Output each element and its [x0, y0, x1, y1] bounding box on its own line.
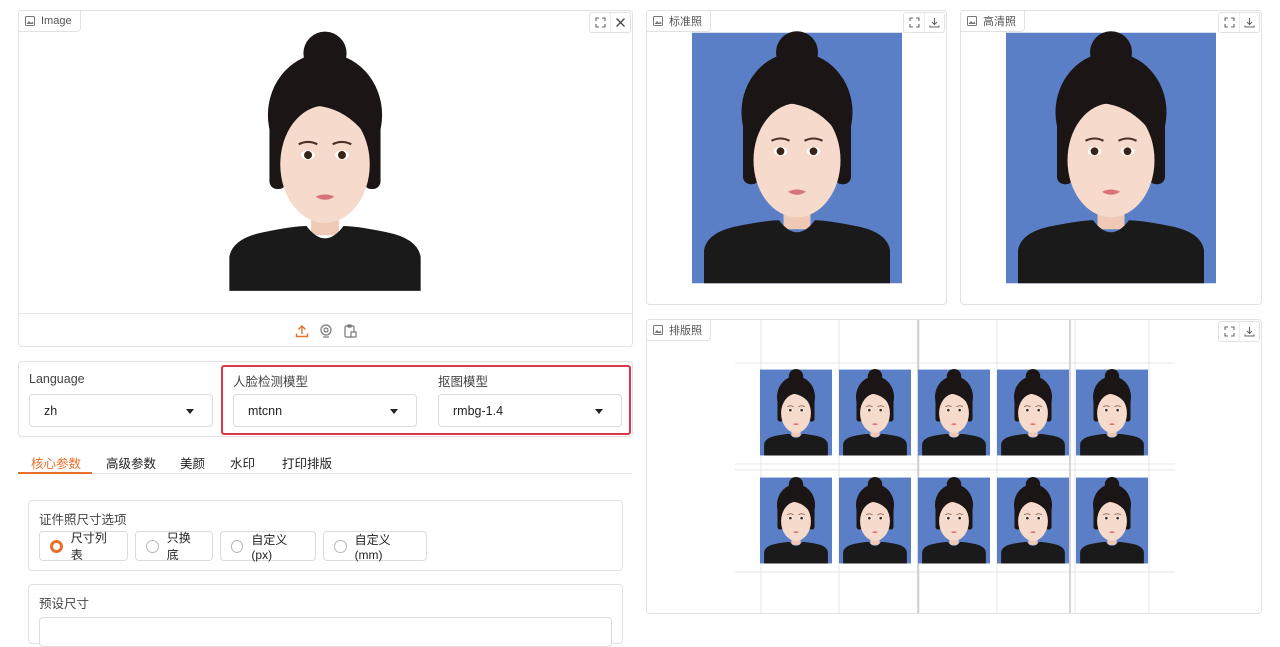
download-icon[interactable]: [924, 13, 944, 32]
language-value: zh: [44, 403, 58, 418]
radio-label: 自定义(mm): [354, 532, 391, 562]
tab-watermark[interactable]: 水印: [230, 453, 255, 472]
fullscreen-icon[interactable]: [590, 13, 610, 32]
standard-toolbar: [903, 12, 945, 33]
layout-photo-label: 排版照: [669, 325, 702, 337]
radio-bg-only[interactable]: 只换底: [135, 531, 213, 562]
source-toolbar: [589, 12, 631, 33]
radio-dot: [50, 539, 63, 553]
tab-beauty[interactable]: 美颜: [180, 453, 205, 472]
tab-core[interactable]: 核心参数: [31, 453, 81, 472]
radio-custom-px[interactable]: 自定义(px): [220, 531, 316, 562]
layout-sheet: [735, 320, 1175, 613]
radio-label: 只换底: [166, 531, 191, 562]
tab-print-layout[interactable]: 打印排版: [282, 453, 332, 472]
standard-photo-panel: 标准照: [646, 10, 947, 305]
download-icon[interactable]: [1239, 13, 1259, 32]
hd-photo-label: 高清照: [983, 16, 1016, 28]
image-icon: [653, 16, 663, 26]
clipboard-icon[interactable]: [342, 323, 358, 339]
param-tabs: 核心参数 高级参数 美颜 水印 打印排版: [18, 448, 632, 474]
language-label: Language: [29, 372, 85, 386]
standard-photo-label: 标准照: [669, 16, 702, 28]
fullscreen-icon[interactable]: [1219, 13, 1239, 32]
source-image-label: Image: [41, 15, 72, 27]
radio-dot: [334, 539, 347, 553]
radio-dot: [231, 539, 244, 553]
fullscreen-icon[interactable]: [1219, 322, 1239, 341]
hd-photo-tag: 高清照: [961, 11, 1025, 32]
image-icon: [653, 325, 663, 335]
hd-toolbar: [1218, 12, 1260, 33]
layout-thumbnails: [760, 369, 1148, 563]
upload-icon[interactable]: [294, 323, 310, 339]
source-image-tag: Image: [19, 11, 81, 32]
image-icon: [967, 16, 977, 26]
source-actions: [19, 313, 632, 346]
chevron-down-icon: [186, 409, 194, 414]
fullscreen-icon[interactable]: [904, 13, 924, 32]
source-portrait: [217, 11, 433, 313]
hd-photo-image: [1006, 11, 1216, 305]
radio-dot: [146, 539, 159, 553]
layout-photo-tag: 排版照: [647, 320, 711, 341]
preset-size-dropdown[interactable]: [39, 617, 612, 647]
highlight-box: [221, 365, 631, 435]
radio-custom-mm[interactable]: 自定义(mm): [323, 531, 427, 562]
layout-photo-panel: 排版照: [646, 319, 1262, 614]
preset-size-label: 预设尺寸: [39, 597, 90, 611]
standard-photo-image: [692, 11, 902, 305]
radio-label: 尺寸列表: [70, 531, 107, 562]
layout-toolbar: [1218, 321, 1260, 342]
radio-label: 自定义(px): [251, 532, 288, 562]
download-icon[interactable]: [1239, 322, 1259, 341]
hd-photo-panel: 高清照: [960, 10, 1262, 305]
source-image-panel[interactable]: Image: [18, 10, 633, 347]
active-tab-indicator: [18, 472, 92, 474]
radio-size-list[interactable]: 尺寸列表: [39, 531, 128, 562]
size-options-label: 证件照尺寸选项: [39, 513, 127, 527]
tab-advanced[interactable]: 高级参数: [106, 453, 156, 472]
close-icon[interactable]: [610, 13, 630, 32]
standard-photo-tag: 标准照: [647, 11, 711, 32]
webcam-icon[interactable]: [318, 323, 334, 339]
image-icon: [25, 16, 35, 26]
language-dropdown[interactable]: zh: [29, 394, 213, 427]
